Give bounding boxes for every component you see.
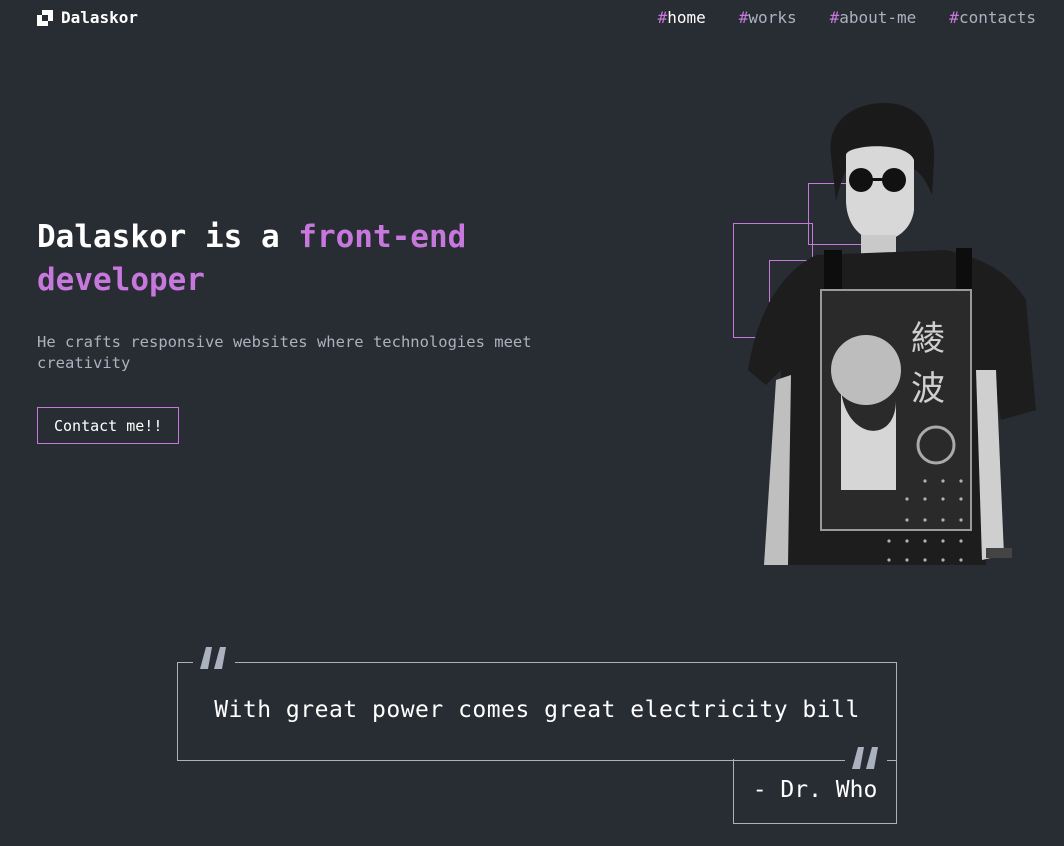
quote-box: With great power comes great electricity… [177,662,897,761]
quote-icon [200,647,226,669]
nav-label: works [748,8,797,27]
hero-title-accent: developer [37,262,205,298]
quote-author: - Dr. Who [752,777,878,803]
hero-subtitle: He crafts responsive websites where tech… [37,333,532,372]
nav-hash: # [738,8,749,27]
nav-home[interactable]: #home [658,8,706,27]
quote-icon [852,747,878,769]
logo-icon [37,9,53,26]
nav-hash: # [829,8,840,27]
quote-text: With great power comes great electricity… [214,697,860,723]
nav-works[interactable]: #works [739,8,797,27]
nav-contacts[interactable]: #contacts [949,8,1036,27]
nav-about-me[interactable]: #about-me [830,8,917,27]
hero-title-text: Dalaskor is a [37,219,299,255]
hero-title-accent: front-end [298,219,467,255]
nav-label: contacts [958,8,1036,27]
hero-title: Dalaskor is a front-end developer [37,216,597,302]
nav-label: about-me [839,8,917,27]
dots-pattern-icon [887,479,963,562]
svg-text:綾: 綾 [911,319,945,359]
hero-image: 綾 波 [728,100,1048,570]
quote-open-icon [193,643,235,673]
main-nav: #home #works #about-me #contacts [658,8,1036,27]
svg-text:波: 波 [911,369,945,409]
quote-close-icon [845,743,887,773]
nav-label: home [667,8,706,27]
logo[interactable]: Dalaskor [37,8,138,27]
nav-hash: # [949,8,959,27]
brand-name: Dalaskor [61,8,139,27]
contact-me-button[interactable]: Contact me!! [37,407,180,444]
nav-hash: # [657,8,668,27]
